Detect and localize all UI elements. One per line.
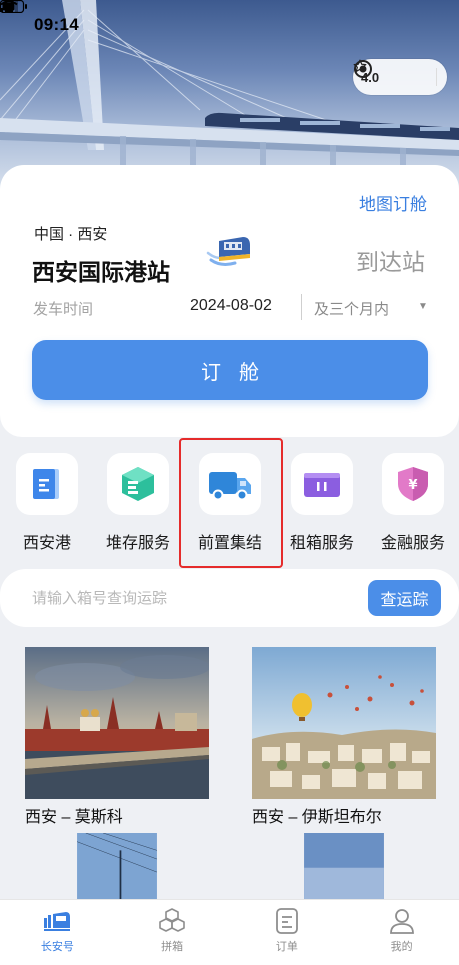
tab-lcl[interactable]: 拼箱	[115, 900, 230, 965]
tab-label: 我的	[390, 941, 413, 953]
istanbul-balloons-image	[252, 647, 436, 799]
tracking-search-bar: 查运踪	[0, 569, 459, 627]
services-grid: 西安港 堆存服务 前置集结 租箱服务 ¥ 金融服务	[0, 447, 459, 562]
rail-lines-image	[76, 833, 158, 899]
service-label: 前置集结	[197, 535, 262, 552]
from-station[interactable]: 西安国际港站	[32, 253, 170, 287]
truck-icon	[199, 453, 261, 515]
sky-image	[304, 833, 384, 899]
user-profile-icon	[387, 906, 417, 936]
date-divider	[301, 294, 302, 320]
close-target-icon[interactable]	[353, 59, 373, 79]
service-label: 西安港	[22, 535, 71, 552]
route-name: 西安 – 莫斯科	[25, 809, 123, 826]
status-time: 09:14	[34, 15, 79, 34]
service-storage[interactable]: 堆存服务	[93, 447, 183, 553]
bottom-tab-bar: 长安号 拼箱 订单 我的	[0, 899, 459, 965]
dropdown-caret-icon[interactable]: ▼	[418, 301, 428, 312]
tab-orders[interactable]: 订单	[230, 900, 345, 965]
moscow-kremlin-image	[25, 647, 209, 799]
depart-time-label: 发车时间	[33, 301, 94, 318]
booking-card: 地图订舱 中国 · 西安 西安国际港站 到达站 发车时间 2024-08-02 …	[0, 165, 459, 437]
route-card-istanbul[interactable]: 西安 – 伊斯坦布尔	[252, 647, 436, 827]
miniprogram-capsule[interactable]: 4.0	[353, 59, 447, 95]
service-finance[interactable]: ¥ 金融服务	[368, 447, 458, 553]
service-xian-port[interactable]: 西安港	[2, 447, 92, 553]
cubes-icon	[157, 906, 187, 936]
train-logo-icon	[206, 237, 250, 266]
route-card-moscow[interactable]: 西安 – 莫斯科	[25, 647, 209, 827]
battery-icon	[0, 0, 27, 13]
tab-changan[interactable]: 长安号	[0, 900, 115, 965]
status-bar: 09:14	[0, 0, 459, 50]
finance-shield-icon: ¥	[382, 453, 444, 515]
tab-mine[interactable]: 我的	[344, 900, 459, 965]
service-label: 金融服务	[380, 535, 445, 552]
route-card-third[interactable]	[25, 833, 209, 899]
service-container-rental[interactable]: 租箱服务	[277, 447, 367, 553]
train-logo	[205, 227, 255, 277]
route-name: 西安 – 伊斯坦布尔	[252, 809, 382, 826]
route-card-fourth[interactable]	[252, 833, 436, 899]
document-icon	[16, 453, 78, 515]
depart-range-select[interactable]: 及三个月内	[314, 298, 389, 319]
order-list-icon	[272, 906, 302, 936]
train-tab-icon	[42, 906, 72, 936]
service-label: 堆存服务	[105, 535, 170, 552]
depart-date[interactable]: 2024-08-02	[190, 297, 272, 315]
capsule-divider	[436, 68, 437, 86]
storage-box-icon	[107, 453, 169, 515]
tab-label: 订单	[275, 941, 298, 953]
service-pre-consolidation[interactable]: 前置集结	[185, 447, 275, 553]
container-number-input[interactable]	[32, 585, 352, 611]
from-region: 中国 · 西安	[34, 226, 108, 243]
svg-text:¥: ¥	[408, 478, 417, 493]
book-button[interactable]: 订舱	[32, 340, 428, 400]
to-station[interactable]: 到达站	[356, 243, 425, 277]
tab-label: 长安号	[40, 941, 74, 953]
map-booking-link[interactable]: 地图订舱	[359, 190, 427, 215]
container-icon	[291, 453, 353, 515]
track-button[interactable]: 查运踪	[368, 580, 441, 616]
service-label: 租箱服务	[289, 535, 354, 552]
tab-label: 拼箱	[161, 941, 184, 953]
